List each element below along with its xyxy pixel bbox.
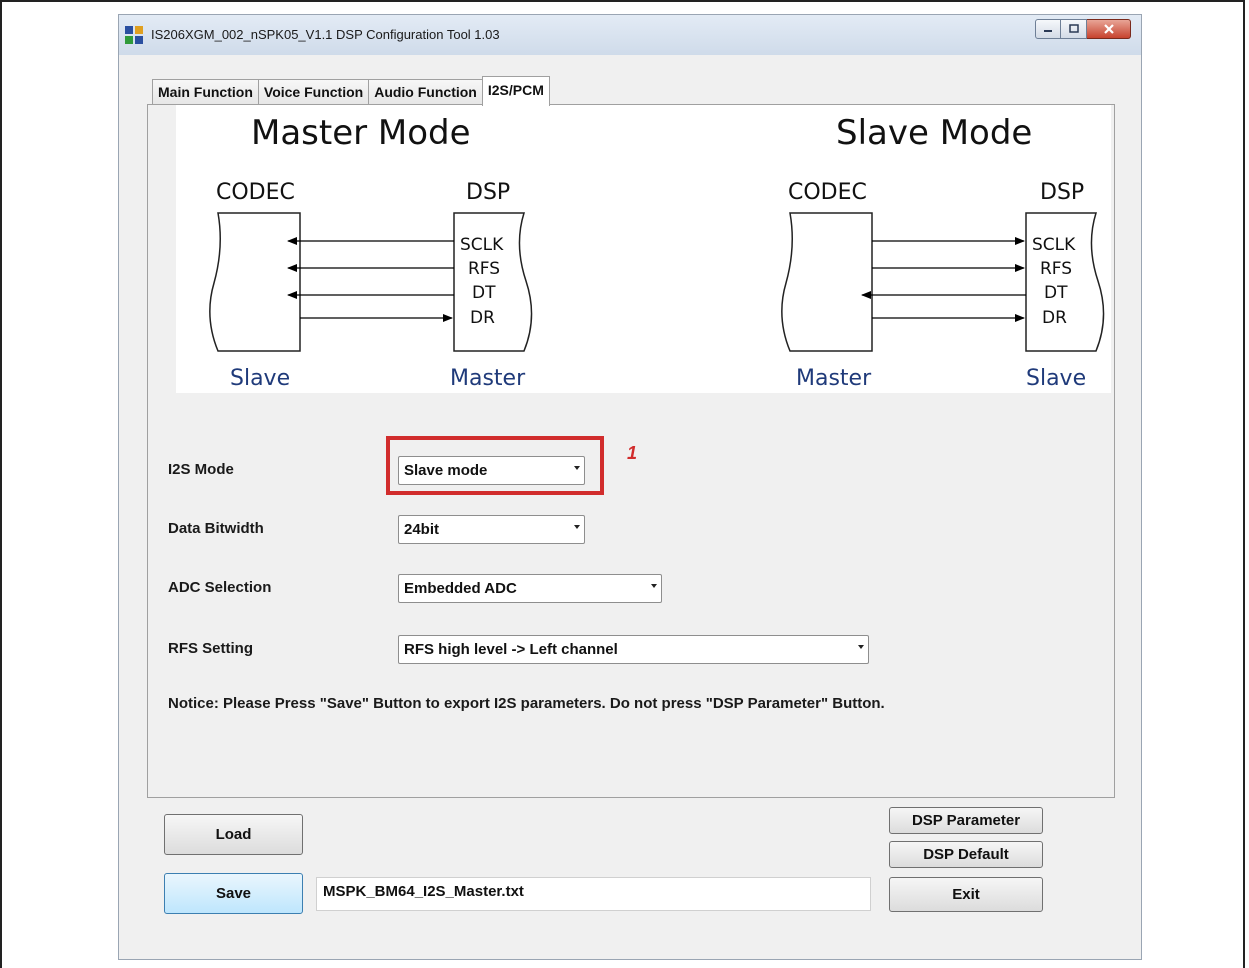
filename-field[interactable]: MSPK_BM64_I2S_Master.txt	[316, 877, 871, 911]
data-bitwidth-select[interactable]: 24bit	[398, 515, 585, 544]
rfs-setting-select[interactable]: RFS high level -> Left channel	[398, 635, 869, 664]
exit-button[interactable]: Exit	[889, 877, 1043, 912]
slave-sclk-label: SCLK	[1032, 235, 1076, 255]
app-window: IS206XGM_002_nSPK05_V1.1 DSP Configurati…	[118, 14, 1142, 960]
tab-i2s-pcm[interactable]: I2S/PCM	[481, 76, 550, 106]
master-master-role: Master	[450, 366, 526, 391]
slave-dsp-block	[1025, 212, 1105, 352]
chevron-down-icon	[651, 584, 657, 588]
master-dt-label: DT	[472, 283, 496, 303]
master-rfs-label: RFS	[468, 259, 500, 279]
data-bitwidth-value: 24bit	[404, 521, 440, 538]
i2s-mode-diagram: Master Mode CODEC DSP SCLK RFS DT DR Sla…	[176, 105, 1111, 393]
tab-bar: Main Function Voice Function Audio Funct…	[152, 76, 550, 106]
slave-rfs-label: RFS	[1040, 259, 1072, 279]
master-dsp-label: DSP	[466, 180, 510, 205]
i2s-pcm-panel: Master Mode CODEC DSP SCLK RFS DT DR Sla…	[147, 104, 1115, 798]
chevron-down-icon	[574, 525, 580, 529]
annotation-number: 1	[627, 443, 638, 463]
slave-mode-title: Slave Mode	[836, 113, 1032, 153]
master-dr-label: DR	[470, 308, 495, 328]
dsp-default-button[interactable]: DSP Default	[889, 841, 1043, 868]
title-bar[interactable]: IS206XGM_002_nSPK05_V1.1 DSP Configurati…	[119, 15, 1141, 55]
minimize-icon	[1044, 30, 1052, 32]
slave-codec-label: CODEC	[788, 180, 867, 205]
close-button[interactable]	[1087, 19, 1131, 39]
master-mode-title: Master Mode	[251, 113, 471, 153]
adc-selection-value: Embedded ADC	[404, 580, 517, 597]
master-dsp-block	[453, 212, 533, 352]
save-button[interactable]: Save	[164, 873, 303, 914]
dsp-parameter-button[interactable]: DSP Parameter	[889, 807, 1043, 834]
rfs-setting-value: RFS high level -> Left channel	[404, 641, 618, 658]
close-icon	[1103, 24, 1114, 34]
data-bitwidth-label: Data Bitwidth	[168, 520, 264, 537]
maximize-icon	[1068, 24, 1079, 33]
master-slave-role: Slave	[230, 366, 290, 391]
master-codec-block	[209, 212, 301, 352]
maximize-button[interactable]	[1061, 19, 1087, 39]
i2s-mode-value: Slave mode	[404, 462, 488, 479]
master-sclk-label: SCLK	[460, 235, 504, 255]
adc-selection-label: ADC Selection	[168, 579, 272, 596]
adc-selection-select[interactable]: Embedded ADC	[398, 574, 662, 603]
minimize-button[interactable]	[1035, 19, 1061, 39]
tab-voice-function[interactable]: Voice Function	[257, 79, 370, 105]
slave-dt-label: DT	[1044, 283, 1068, 303]
chevron-down-icon	[858, 645, 864, 649]
i2s-mode-label: I2S Mode	[168, 461, 234, 478]
caption-buttons	[1035, 19, 1131, 41]
i2s-mode-select[interactable]: Slave mode	[398, 456, 585, 485]
tab-audio-function[interactable]: Audio Function	[368, 79, 483, 105]
slave-codec-block	[781, 212, 873, 352]
rfs-setting-label: RFS Setting	[168, 640, 253, 657]
slave-dr-label: DR	[1042, 308, 1067, 328]
master-codec-label: CODEC	[216, 180, 295, 205]
chevron-down-icon	[574, 466, 580, 470]
window-title: IS206XGM_002_nSPK05_V1.1 DSP Configurati…	[151, 27, 500, 42]
load-button[interactable]: Load	[164, 814, 303, 855]
app-icon	[125, 26, 143, 44]
notice-text: Notice: Please Press "Save" Button to ex…	[168, 695, 885, 712]
tab-main-function[interactable]: Main Function	[152, 79, 259, 105]
slave-dsp-label: DSP	[1040, 180, 1084, 205]
slave-slave-role: Slave	[1026, 366, 1086, 391]
slave-master-role: Master	[796, 366, 872, 391]
